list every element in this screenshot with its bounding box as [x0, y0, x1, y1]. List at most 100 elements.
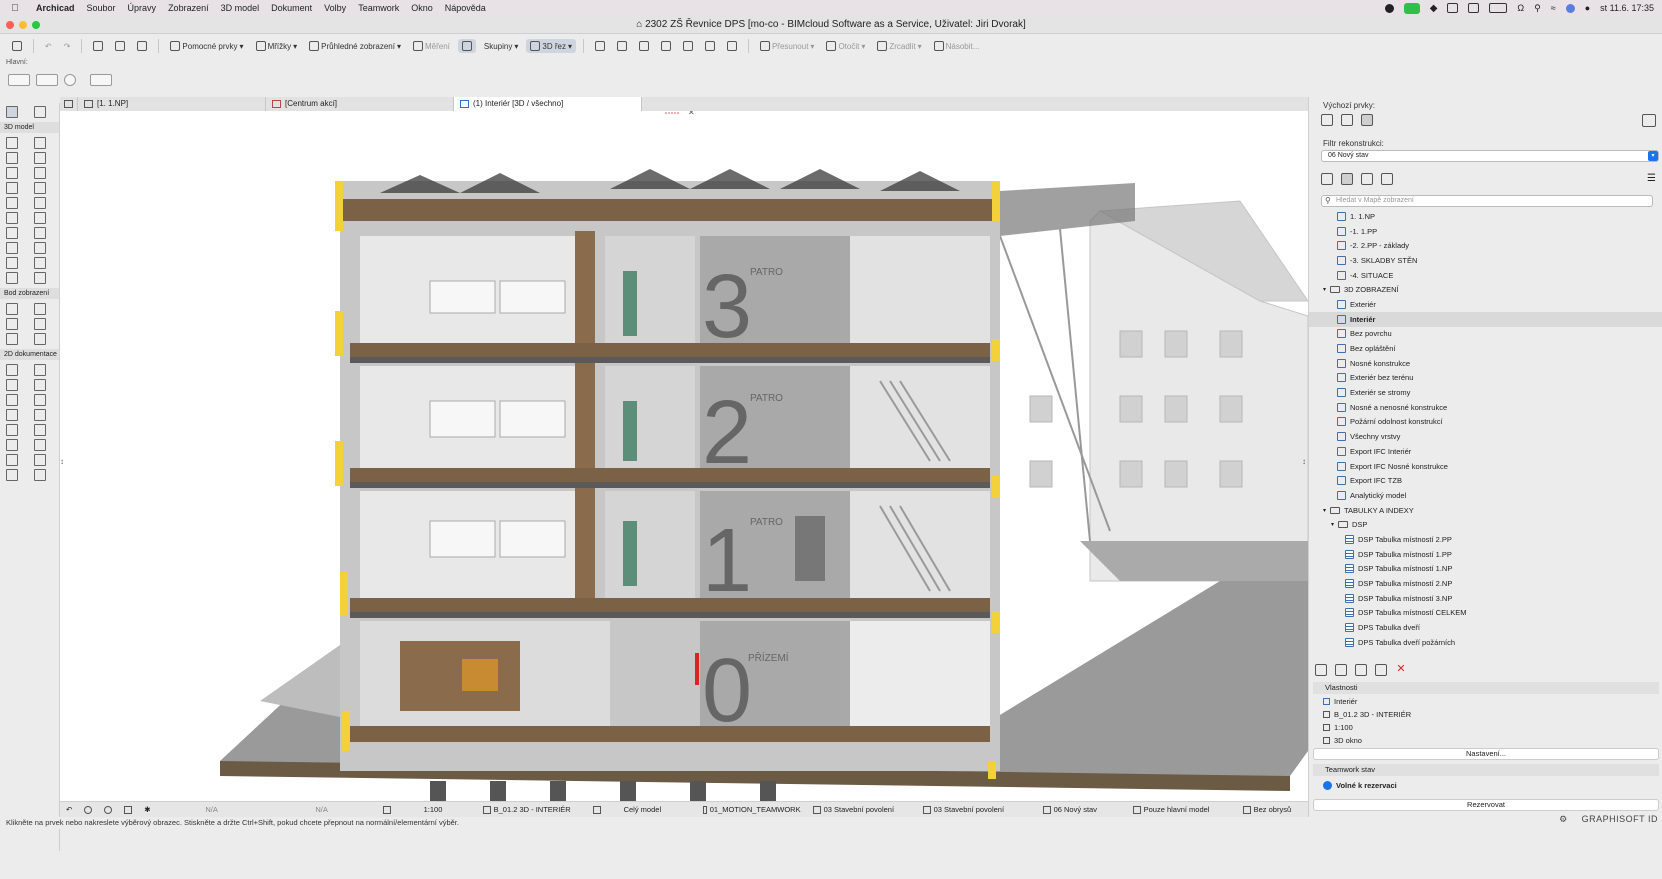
arrow-tool-icon[interactable]: [6, 106, 18, 118]
delete-icon[interactable]: ✕: [1395, 664, 1407, 676]
drawing-tool-icon[interactable]: [34, 469, 46, 481]
rez-3d-button[interactable]: 3D řez ▾: [526, 39, 576, 53]
tree-item[interactable]: Bez povrchu: [1309, 327, 1662, 342]
selection-geometry-button[interactable]: [36, 74, 58, 86]
railing-tool-icon[interactable]: [6, 212, 18, 224]
tab-overview[interactable]: [60, 97, 78, 111]
menu-3d-model[interactable]: 3D model: [215, 3, 266, 13]
menu-napoveda[interactable]: Nápověda: [439, 3, 492, 13]
default-elements-icon-3[interactable]: [1361, 114, 1373, 126]
chevron-down-icon[interactable]: ▾: [1331, 521, 1334, 528]
default-elements-icon-2[interactable]: [1341, 114, 1353, 126]
tree-item[interactable]: DPS Tabulka dveří: [1309, 620, 1662, 635]
menu-upravy[interactable]: Úpravy: [122, 3, 163, 13]
settings-view-icon[interactable]: [1375, 664, 1387, 676]
menu-okno[interactable]: Okno: [405, 3, 439, 13]
search-icon[interactable]: ⚲: [1534, 3, 1541, 14]
menu-app[interactable]: Archicad: [30, 3, 81, 13]
curtain-wall-tool-icon[interactable]: [6, 227, 18, 239]
fit-window-button[interactable]: [118, 805, 138, 814]
skupiny-toggle[interactable]: [457, 39, 476, 53]
zrcadlit-button[interactable]: Zrcadlit ▾: [873, 39, 925, 53]
tree-item[interactable]: Všechny vrstvy: [1309, 429, 1662, 444]
tree-item[interactable]: Exteriér bez terénu: [1309, 371, 1662, 386]
project-map-icon[interactable]: [1321, 173, 1333, 185]
tree-item[interactable]: Nosné a nenosné konstrukce: [1309, 400, 1662, 415]
orbit-button[interactable]: [591, 39, 609, 53]
inject-button[interactable]: [111, 39, 129, 53]
figure-tool-icon[interactable]: [6, 469, 18, 481]
label-tool-icon[interactable]: [34, 394, 46, 406]
zone-tool-icon[interactable]: [34, 242, 46, 254]
tree-item[interactable]: Bez opláštění: [1309, 341, 1662, 356]
apple-icon[interactable]: : [0, 3, 30, 14]
selection-mode-button[interactable]: [8, 74, 30, 86]
dropbox-icon[interactable]: ◆: [1430, 3, 1438, 14]
tree-item[interactable]: Export IFC Interiér: [1309, 444, 1662, 459]
dimension-tool-icon[interactable]: [6, 364, 18, 376]
tree-item[interactable]: Analytický model: [1309, 488, 1662, 503]
zoom-field[interactable]: N/A: [157, 805, 267, 814]
radial-dimension-tool-icon[interactable]: [6, 379, 18, 391]
tree-item[interactable]: DSP Tabulka místností 1.PP: [1309, 547, 1662, 562]
window-tool-icon[interactable]: [34, 167, 46, 179]
hotspot-tool-icon[interactable]: [34, 454, 46, 466]
clone-view-icon[interactable]: [1335, 664, 1347, 676]
publisher-sets-icon[interactable]: [1381, 173, 1393, 185]
shell-tool-icon[interactable]: [34, 197, 46, 209]
redo-button[interactable]: ↷: [60, 40, 75, 53]
tree-item[interactable]: Požární odolnost konstrukcí: [1309, 415, 1662, 430]
detail-tool-icon[interactable]: [6, 333, 18, 345]
tree-folder[interactable]: ▾ DSP: [1309, 517, 1662, 532]
navigation-button[interactable]: ✱: [138, 805, 156, 814]
tab-centrum-akci[interactable]: [Centrum akcí]: [266, 97, 454, 111]
structure-field[interactable]: Pouze hlavní model: [1127, 805, 1237, 814]
cutaway-handle[interactable]: ✕: [665, 111, 695, 117]
arrow-tool-options[interactable]: [90, 74, 112, 86]
layer-combination-field[interactable]: 01_MOTION_TEAMWORK: [697, 805, 807, 814]
new-view-icon[interactable]: [1315, 664, 1327, 676]
menu-teamwork[interactable]: Teamwork: [352, 3, 405, 13]
reserve-button[interactable]: Rezervovat: [1313, 799, 1659, 811]
tab-3d-interier[interactable]: (1) Interiér [3D / všechno]: [454, 97, 642, 111]
home-button[interactable]: [8, 39, 26, 53]
tree-item[interactable]: DSP Tabulka místností 2.NP: [1309, 576, 1662, 591]
presunout-button[interactable]: Přesunout ▾: [756, 39, 818, 53]
palette-section-bod[interactable]: Bod zobrazení: [0, 288, 59, 299]
level-dimension-tool-icon[interactable]: [34, 364, 46, 376]
right-collapse-handle[interactable]: ↕: [1302, 457, 1306, 466]
model-view-field[interactable]: Celý model: [587, 805, 697, 814]
tree-item[interactable]: -2. 2.PP - základy: [1309, 238, 1662, 253]
tree-item[interactable]: -4. SITUACE: [1309, 268, 1662, 283]
menu-dokument[interactable]: Dokument: [265, 3, 318, 13]
mereni-button[interactable]: Měření: [409, 39, 454, 53]
tree-item[interactable]: Exteriér se stromy: [1309, 385, 1662, 400]
fill-tool-icon[interactable]: [6, 454, 18, 466]
marquee-tool-icon[interactable]: [34, 106, 46, 118]
column-tool-icon[interactable]: [6, 152, 18, 164]
palette-section-3d[interactable]: 3D model: [0, 122, 59, 133]
door-tool-icon[interactable]: [6, 167, 18, 179]
tree-folder[interactable]: ▾ TABULKY A INDEXY: [1309, 503, 1662, 518]
panel-layout-icon[interactable]: [1642, 114, 1656, 127]
section-tool-icon[interactable]: [6, 303, 18, 315]
interior-elevation-tool-icon[interactable]: [6, 318, 18, 330]
camera-tool-icon[interactable]: [34, 333, 46, 345]
spline-tool-icon[interactable]: [34, 439, 46, 451]
stair-tool-icon[interactable]: [6, 182, 18, 194]
text-tool-icon[interactable]: [6, 394, 18, 406]
mvo-field[interactable]: 03 Stavební povolení: [917, 805, 1037, 814]
tree-item[interactable]: Interiér: [1309, 311, 1662, 327]
window-icon[interactable]: [1447, 3, 1459, 13]
worksheet-tool-icon[interactable]: [34, 318, 46, 330]
renovation-field[interactable]: 06 Nový stav: [1037, 805, 1127, 814]
object-tool-icon[interactable]: [6, 242, 18, 254]
tree-item[interactable]: DSP Tabulka místností 2.PP: [1309, 532, 1662, 547]
graphisoft-id-link[interactable]: ⚙ GRAPHISOFT ID: [1559, 814, 1658, 825]
zoom-in-button[interactable]: [78, 805, 98, 814]
mrizky-button[interactable]: Mřížky ▾: [252, 39, 302, 53]
view-field[interactable]: B_01.2 3D - INTERIÉR: [477, 805, 587, 814]
lamp-tool-icon[interactable]: [34, 182, 46, 194]
tree-item[interactable]: 1. 1.NP: [1309, 209, 1662, 224]
chevron-down-icon[interactable]: ▾: [1323, 507, 1326, 514]
